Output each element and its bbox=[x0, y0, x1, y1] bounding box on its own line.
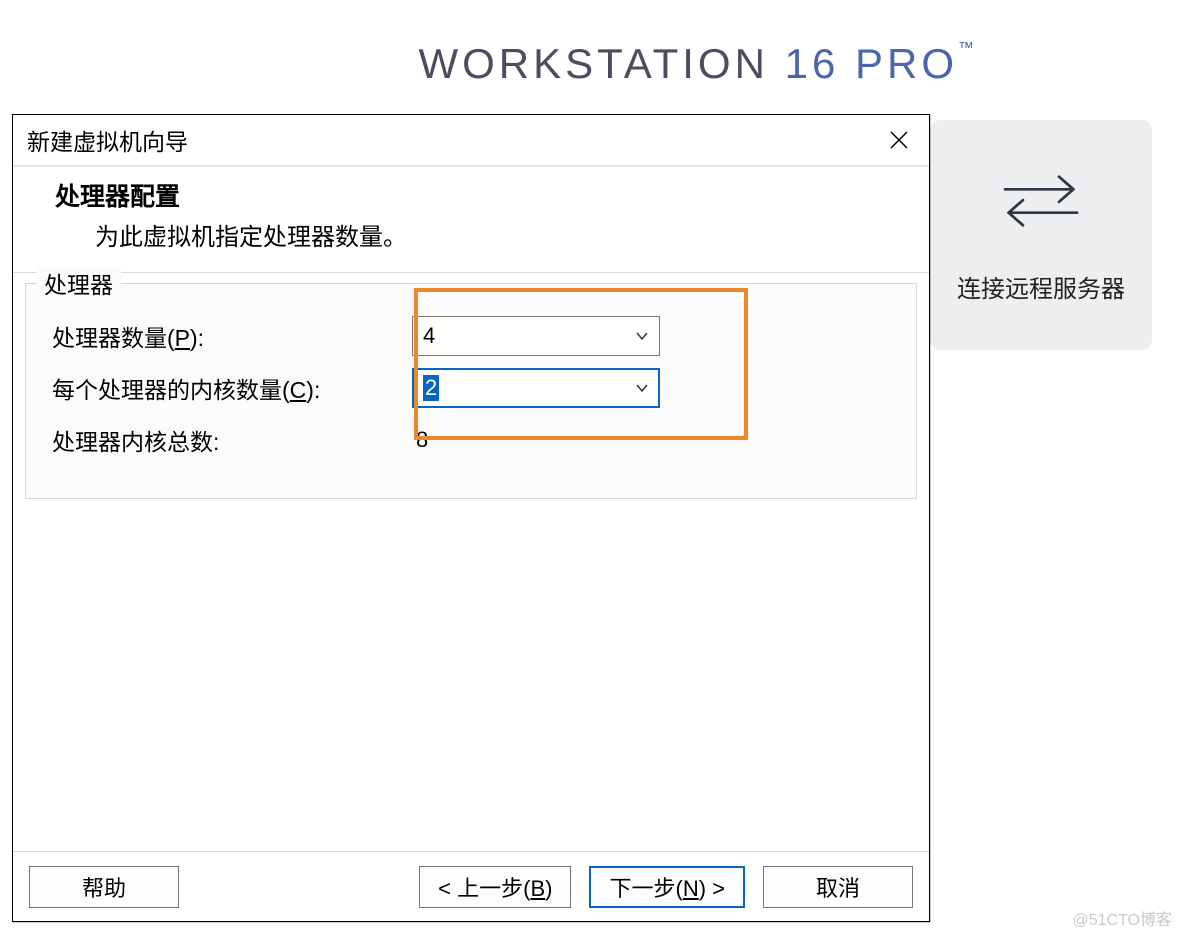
total-cores-row: 处理器内核总数: 8 bbox=[52, 414, 890, 466]
button-label: < 上一步(B) bbox=[438, 871, 552, 903]
processor-count-label: 处理器数量(P): bbox=[52, 319, 412, 353]
button-label: 下一步(N) > bbox=[609, 871, 725, 903]
processor-group: 处理器 处理器数量(P): 4 每个处理器的内核数量(C) bbox=[25, 283, 917, 499]
close-icon[interactable] bbox=[883, 124, 915, 156]
label-hotkey: B bbox=[530, 876, 545, 901]
label-text: ) > bbox=[699, 876, 725, 901]
next-button[interactable]: 下一步(N) > bbox=[589, 866, 745, 908]
transfer-arrows-icon bbox=[996, 166, 1086, 241]
brand-version: 16 bbox=[785, 40, 840, 87]
side-card-label: 连接远程服务器 bbox=[957, 269, 1125, 304]
brand-name: WORKSTATION bbox=[418, 40, 768, 87]
chevron-down-icon bbox=[635, 328, 649, 344]
processor-count-row: 处理器数量(P): 4 bbox=[52, 310, 890, 362]
cores-per-processor-label: 每个处理器的内核数量(C): bbox=[52, 371, 412, 405]
brand-edition: PRO bbox=[855, 40, 958, 87]
label-text: 处理器数量( bbox=[52, 325, 175, 351]
total-cores-label: 处理器内核总数: bbox=[52, 423, 412, 457]
select-value: 2 bbox=[423, 375, 439, 401]
label-hotkey: N bbox=[683, 876, 699, 901]
cores-per-processor-row: 每个处理器的内核数量(C): 2 bbox=[52, 362, 890, 414]
back-button[interactable]: < 上一步(B) bbox=[419, 866, 571, 908]
label-text: ) bbox=[545, 876, 552, 901]
label-text: < 上一步( bbox=[438, 876, 530, 901]
label-hotkey: C bbox=[290, 377, 307, 403]
group-label: 处理器 bbox=[36, 266, 121, 300]
dialog-title: 新建虚拟机向导 bbox=[27, 123, 188, 157]
dialog-body: 处理器 处理器数量(P): 4 每个处理器的内核数量(C) bbox=[13, 273, 929, 851]
brand-title: WORKSTATION 16 PRO™ bbox=[418, 40, 974, 88]
total-cores-value: 8 bbox=[416, 427, 428, 453]
connect-remote-server-card[interactable]: 连接远程服务器 bbox=[930, 120, 1152, 350]
button-label: 取消 bbox=[816, 871, 860, 903]
cancel-button[interactable]: 取消 bbox=[763, 866, 913, 908]
label-text: 下一步( bbox=[609, 876, 682, 901]
dialog-footer: 帮助 < 上一步(B) 下一步(N) > 取消 bbox=[13, 851, 929, 921]
cores-per-processor-select[interactable]: 2 bbox=[412, 368, 660, 408]
app-background: WORKSTATION 16 PRO™ 连接远程服务器 新建虚拟机向导 处理器配… bbox=[0, 0, 1184, 938]
label-text: ): bbox=[306, 377, 320, 403]
dialog-titlebar: 新建虚拟机向导 bbox=[13, 115, 929, 167]
help-button[interactable]: 帮助 bbox=[29, 866, 179, 908]
label-text: 每个处理器的内核数量( bbox=[52, 377, 290, 403]
header-subtitle: 为此虚拟机指定处理器数量。 bbox=[95, 217, 887, 252]
processor-count-select[interactable]: 4 bbox=[412, 316, 660, 356]
chevron-down-icon bbox=[635, 380, 649, 396]
new-vm-wizard-dialog: 新建虚拟机向导 处理器配置 为此虚拟机指定处理器数量。 处理器 处理器数量(P)… bbox=[12, 114, 930, 922]
select-value: 4 bbox=[423, 323, 435, 349]
brand-tm: ™ bbox=[958, 40, 974, 57]
button-label: 帮助 bbox=[82, 871, 126, 903]
header-title: 处理器配置 bbox=[55, 177, 887, 213]
watermark: @51CTO博客 bbox=[1072, 906, 1172, 930]
label-text: ): bbox=[190, 325, 204, 351]
dialog-header: 处理器配置 为此虚拟机指定处理器数量。 bbox=[13, 167, 929, 273]
label-hotkey: P bbox=[175, 325, 190, 351]
